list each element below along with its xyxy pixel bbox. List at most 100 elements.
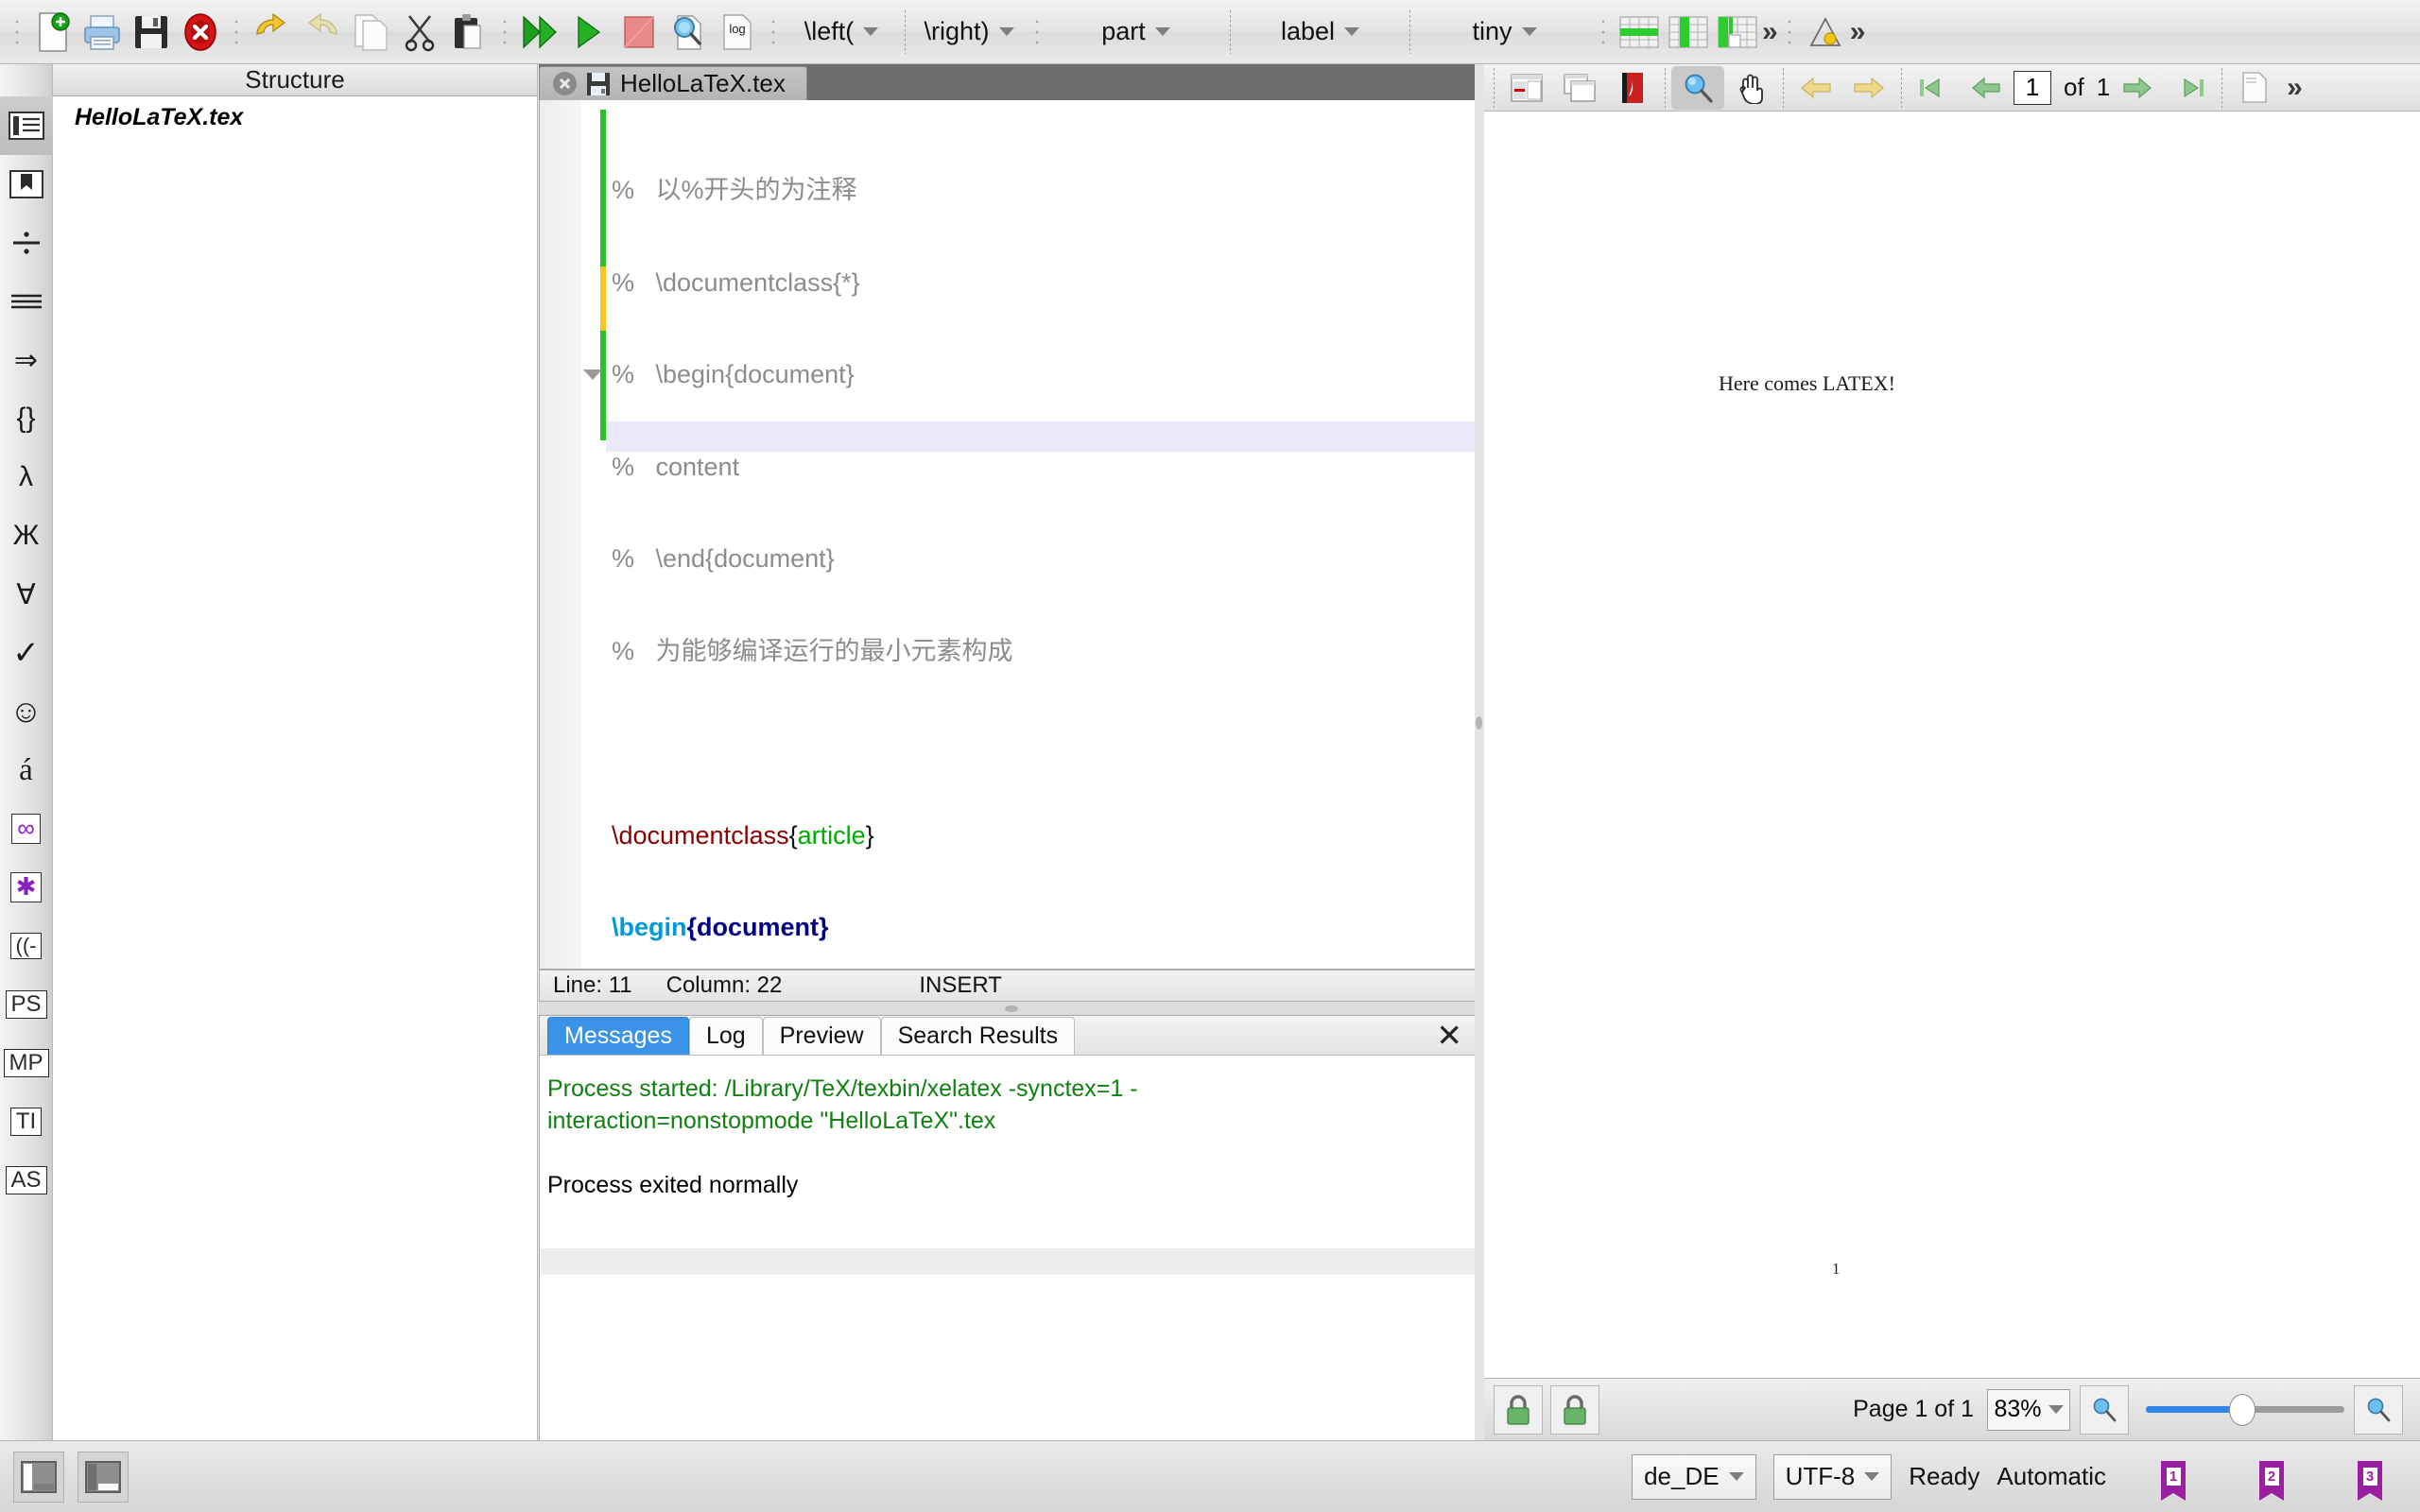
sidebar-item-relations[interactable] [6,272,47,331]
sidebar-item-metapost[interactable]: MP [3,1034,49,1092]
sidebar-item-tikz[interactable]: TI [6,1092,47,1151]
build-and-view-icon[interactable] [516,8,565,57]
magnify-tool-icon[interactable] [1671,65,1724,110]
sidebar-item-bookmarks[interactable] [6,155,47,214]
editor-tabbar: HelloLaTeX.tex [539,64,1484,100]
copy-icon[interactable] [346,8,395,57]
pdf-page-input[interactable]: 1 [2014,70,2051,105]
main-vertical-splitter[interactable] [1475,64,1484,1440]
bookmark-2-icon[interactable]: 2 [2259,1460,2284,1501]
tab-preview[interactable]: Preview [762,1016,881,1055]
sidebar-item-smileys[interactable]: ☺ [6,682,47,741]
editor-marker-column[interactable] [540,100,581,969]
toolbar-overflow-button[interactable]: » [1762,16,1778,48]
close-messages-panel-icon[interactable]: ✕ [1436,1020,1462,1051]
view-log-icon[interactable]: log [713,8,762,57]
sidebar-item-misc-symbols[interactable]: ∀ [6,565,47,624]
toolbar-drag-handle-3[interactable] [498,12,511,51]
pdf-toolbar-overflow-button[interactable]: » [2287,72,2303,104]
sidebar-item-greek-letters[interactable]: λ [6,448,47,507]
insert-table-column-icon[interactable] [1664,8,1713,57]
toolbar-drag-handle-5[interactable] [1030,12,1044,51]
font-size-combo[interactable]: tiny [1417,11,1592,53]
tab-messages[interactable]: Messages [547,1016,689,1055]
pdf-zoom-select[interactable]: 83% [1987,1388,2070,1431]
tab-search-results[interactable]: Search Results [880,1016,1076,1055]
infinity-glyph: ∞ [11,814,41,844]
sidebar-item-postscript[interactable]: PS [5,975,47,1034]
save-icon[interactable] [127,8,176,57]
pdf-zoom-slider[interactable] [2146,1389,2344,1431]
sidebar-item-stars[interactable]: ✱ [6,858,47,917]
compile-icon[interactable] [565,8,614,57]
structure-root-item[interactable]: HelloLaTeX.tex [53,96,537,131]
zoom-in-icon[interactable] [2354,1384,2403,1435]
sidebar-item-checkmarks[interactable]: ✓ [6,624,47,682]
layout-bottom-panel-icon[interactable] [78,1451,129,1503]
sidebar-item-delimiters[interactable]: {} [6,389,47,448]
close-document-icon[interactable] [176,8,225,57]
toolbar-drag-handle-4[interactable] [767,12,780,51]
pdf-toolbar-handle[interactable] [1494,67,1495,108]
cut-icon[interactable] [395,8,444,57]
table-cell-edit-icon[interactable] [1713,8,1762,57]
sidebar-item-asymptote[interactable]: AS [5,1151,47,1210]
zoom-out-icon[interactable] [2080,1384,2129,1435]
close-icon[interactable] [553,72,577,95]
back-icon[interactable] [1789,66,1842,110]
undo-icon[interactable] [248,8,297,57]
layout-left-panel-icon[interactable] [13,1451,64,1503]
fold-triangle-icon[interactable] [583,369,602,380]
symbol-sidebar: ⇒ {} λ Ж ∀ ✓ ☺ á ∞ ✱ ((- PS MP TI AS [0,64,53,1440]
hand-tool-icon[interactable] [1724,66,1777,110]
toolbar-drag-handle-7[interactable] [1782,12,1796,51]
code-editor[interactable]: % 以%开头的为注释 % \documentclass{*} % \begin{… [539,100,1484,970]
language-select[interactable]: de_DE [1632,1453,1756,1500]
pdf-page-canvas[interactable]: Here comes LATEX! 1 [1484,112,2420,1440]
sidebar-item-math-fractions[interactable] [6,214,47,272]
pdf-info-icon[interactable] [2228,66,2281,110]
print-icon[interactable] [78,8,127,57]
messages-body[interactable]: Process started: /Library/TeX/texbin/xel… [540,1056,1483,1201]
lock-scroll-icon[interactable] [1494,1384,1543,1435]
view-pdf-icon[interactable] [664,8,713,57]
sidebar-item-delimiters-sized[interactable]: ((- [6,917,47,975]
toolbar-drag-handle-6[interactable] [1597,12,1610,51]
sidebar-item-structure[interactable] [0,96,53,155]
editor-splitter-handle[interactable] [539,1002,1484,1015]
sidebar-item-arrows[interactable]: ⇒ [6,331,47,389]
stop-compile-icon[interactable] [614,8,664,57]
toolbar-drag-handle[interactable] [10,12,24,51]
next-page-icon[interactable] [2110,66,2163,110]
editor-tab-hellolatex[interactable]: HelloLaTeX.tex [539,66,807,100]
mp-glyph: MP [3,1049,49,1077]
window-layout-icon[interactable] [1553,66,1606,110]
tab-log[interactable]: Log [688,1016,763,1055]
bookmark-1-icon[interactable]: 1 [2161,1460,2186,1501]
sidebar-item-cyrillic[interactable]: Ж [6,507,47,565]
paste-icon[interactable] [444,8,493,57]
first-page-icon[interactable] [1908,66,1961,110]
sidebar-item-accents[interactable]: á [6,741,47,799]
slider-knob[interactable] [2229,1393,2256,1426]
bookmark-3-icon[interactable]: 3 [2358,1460,2382,1501]
left-bracket-combo[interactable]: \left( [785,11,898,53]
warning-triangle-icon[interactable] [1801,8,1850,57]
show-toolbar-icon[interactable] [1500,66,1553,110]
section-level-combo[interactable]: part [1048,11,1223,53]
encoding-select[interactable]: UTF-8 [1772,1453,1893,1500]
sidebar-item-mathematical-alphabet[interactable]: ∞ [6,799,47,858]
lock-zoom-icon[interactable] [1550,1384,1599,1435]
redo-icon[interactable] [297,8,346,57]
external-pdf-viewer-icon[interactable] [1606,66,1659,110]
last-page-icon[interactable] [2163,66,2216,110]
insert-table-row-icon[interactable] [1615,8,1664,57]
previous-page-icon[interactable] [1961,66,2014,110]
status-insert-mode[interactable]: INSERT [919,972,1002,999]
toolbar-extend-button[interactable]: » [1850,16,1866,48]
right-bracket-combo[interactable]: \right) [912,11,1026,53]
forward-icon[interactable] [1842,66,1895,110]
toolbar-drag-handle-2[interactable] [230,12,243,51]
label-combo[interactable]: label [1237,11,1403,53]
new-file-icon[interactable] [28,8,78,57]
